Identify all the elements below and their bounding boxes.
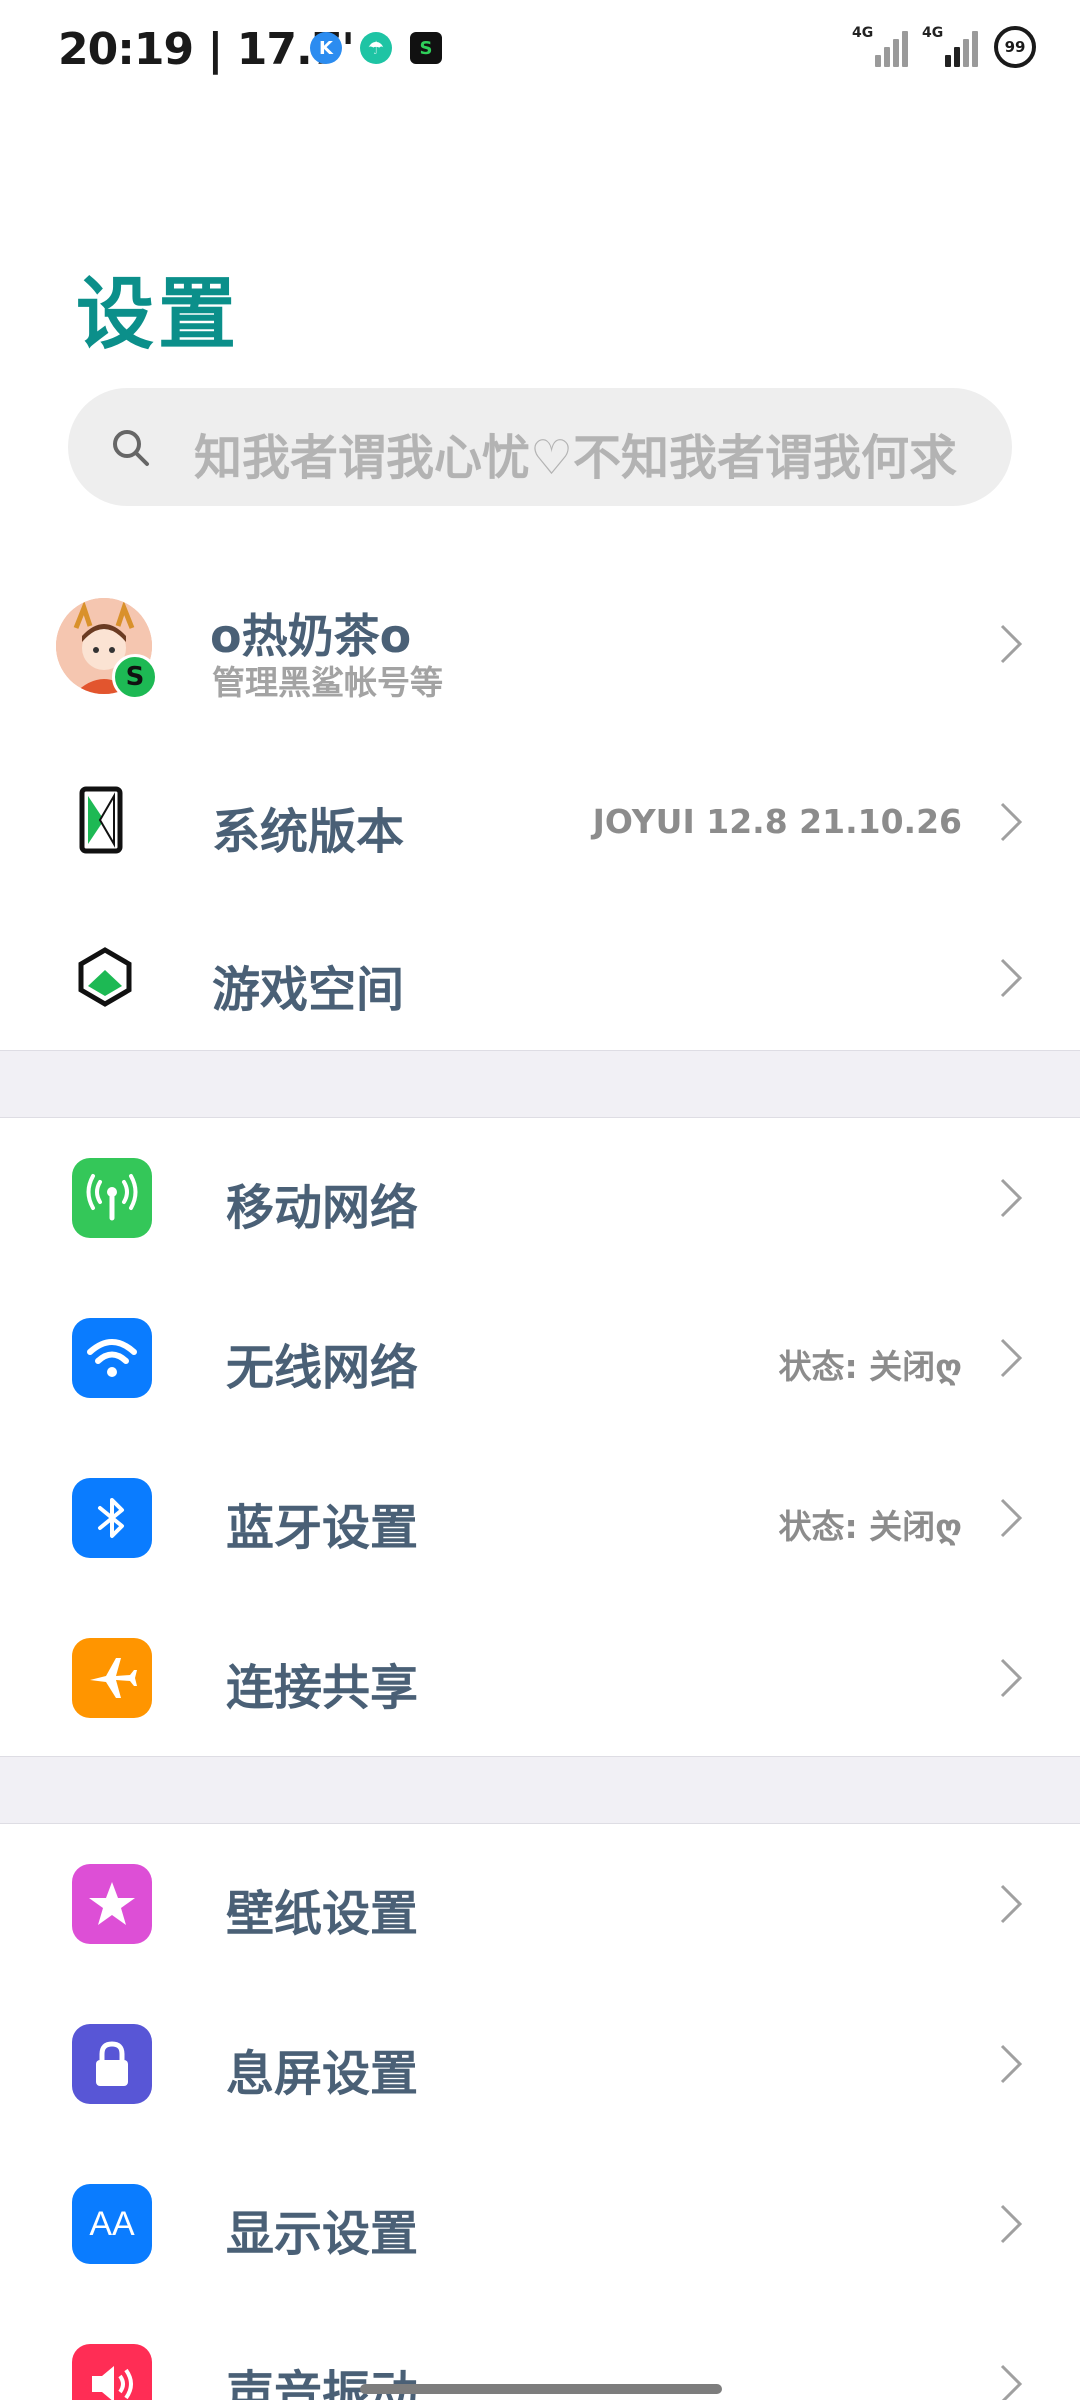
bluetooth-status: 状态: 关闭ღ — [778, 1507, 962, 1546]
battery-level: 99 — [1004, 38, 1026, 56]
text-size-icon-glyph: AA — [89, 2204, 135, 2243]
wallpaper-label: 壁纸设置 — [226, 1886, 419, 1942]
settings-row-mobile-network[interactable]: 移动网络 — [0, 1146, 1080, 1250]
chevron-right-icon — [1000, 958, 1023, 998]
speaker-icon — [72, 2344, 152, 2400]
network-type-label: 4G — [852, 25, 874, 41]
chevron-right-icon — [1000, 1884, 1023, 1924]
home-indicator[interactable] — [360, 2384, 722, 2394]
lock-icon — [72, 2024, 152, 2104]
settings-row-lock-screen[interactable]: 息屏设置 — [0, 2012, 1080, 2116]
lock-screen-label: 息屏设置 — [226, 2046, 419, 2102]
bluetooth-icon — [72, 1478, 152, 1558]
network-type-label: 4G — [922, 25, 944, 41]
connect-share-label: 连接共享 — [226, 1660, 419, 1716]
airplane-icon — [72, 1638, 152, 1718]
game-space-label: 游戏空间 — [212, 962, 405, 1018]
status-bar: 20:19 | 17.7' K ☂ S 4G 4G 99 — [0, 0, 1080, 100]
settings-row-bluetooth[interactable]: 蓝牙设置 状态: 关闭ღ — [0, 1466, 1080, 1570]
umbrella-app-icon: ☂ — [360, 32, 392, 64]
chevron-right-icon — [1000, 1498, 1023, 1538]
system-version-value: JOYUI 12.8 21.10.26 — [592, 802, 962, 841]
settings-row-wallpaper[interactable]: 壁纸设置 — [0, 1852, 1080, 1956]
settings-row-system-version[interactable]: 系统版本 JOYUI 12.8 21.10.26 — [0, 770, 1080, 874]
star-icon — [72, 1864, 152, 1944]
wifi-label: 无线网络 — [226, 1340, 419, 1396]
shark-badge-icon: S — [112, 654, 158, 700]
account-subtitle: 管理黑鲨帐号等 — [212, 663, 443, 702]
status-right: 4G 4G 99 — [852, 25, 1036, 68]
display-label: 显示设置 — [226, 2206, 419, 2262]
section-divider — [0, 1050, 1080, 1118]
system-version-label: 系统版本 — [212, 804, 405, 860]
settings-row-game-space[interactable]: 游戏空间 — [0, 924, 1080, 1028]
notification-icons: K ☂ S — [310, 32, 442, 64]
chevron-right-icon — [1000, 1338, 1023, 1378]
chevron-right-icon — [1000, 1658, 1023, 1698]
signal-icon: 4G — [852, 25, 908, 67]
s-app-icon: S — [410, 32, 442, 64]
text-size-icon: AA — [72, 2184, 152, 2264]
k-app-icon: K — [310, 32, 342, 64]
chevron-right-icon — [1000, 802, 1023, 842]
mobile-network-label: 移动网络 — [226, 1180, 419, 1236]
phone-shark-icon — [79, 786, 123, 854]
chevron-right-icon — [1000, 2044, 1023, 2084]
chevron-right-icon — [1000, 2364, 1023, 2400]
antenna-icon — [72, 1158, 152, 1238]
account-row[interactable]: S o热奶茶o 管理黑鲨帐号等 — [0, 580, 1080, 710]
battery-icon: 99 — [994, 26, 1036, 68]
page-title: 设置 — [76, 270, 241, 360]
wifi-icon — [72, 1318, 152, 1398]
chevron-right-icon — [1000, 2204, 1023, 2244]
bluetooth-label: 蓝牙设置 — [226, 1500, 419, 1556]
search-placeholder: 知我者谓我心忧♡不知我者谓我何求 — [194, 430, 958, 486]
settings-row-display[interactable]: AA 显示设置 — [0, 2172, 1080, 2276]
wifi-status: 状态: 关闭ღ — [778, 1347, 962, 1386]
game-space-icon — [78, 947, 132, 1007]
settings-row-connect-share[interactable]: 连接共享 — [0, 1626, 1080, 1730]
search-icon — [113, 430, 149, 466]
chevron-right-icon — [1000, 624, 1023, 664]
signal-icon: 4G — [922, 25, 978, 67]
settings-row-wifi[interactable]: 无线网络 状态: 关闭ღ — [0, 1306, 1080, 1410]
section-divider — [0, 1756, 1080, 1824]
chevron-right-icon — [1000, 1178, 1023, 1218]
